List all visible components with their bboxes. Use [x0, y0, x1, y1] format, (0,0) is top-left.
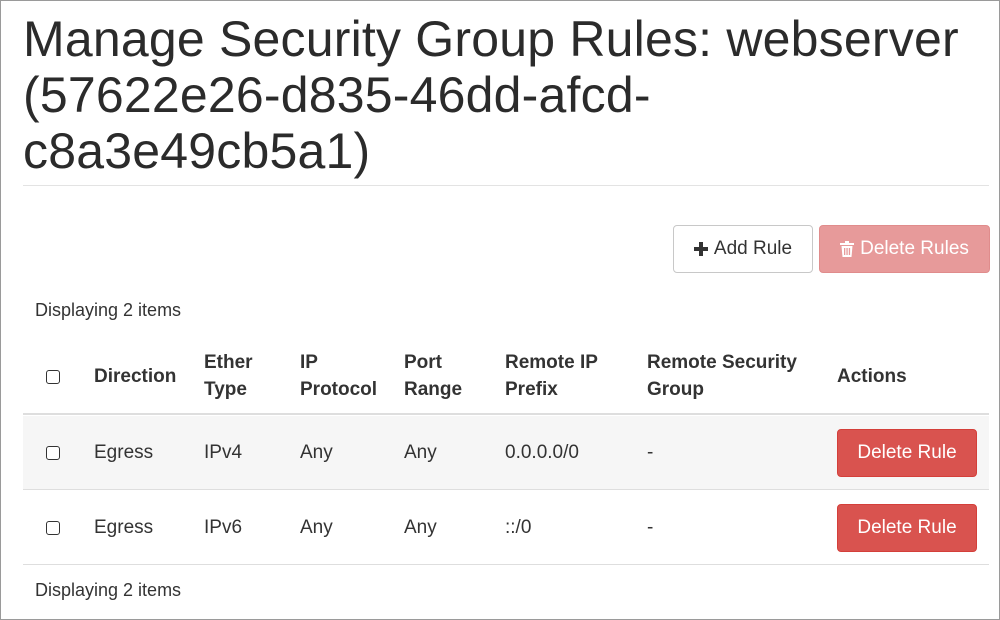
col-remote-ip-prefix[interactable]: Remote IP Prefix	[505, 349, 598, 403]
cell-remote-security-group: -	[647, 442, 654, 463]
cell-port-range: Any	[404, 442, 437, 463]
page-title: Manage Security Group Rules: webserver (…	[23, 11, 959, 179]
table-row: Egress IPv6 Any Any ::/0 - Delete Rule	[23, 491, 989, 565]
cell-remote-ip-prefix: ::/0	[505, 517, 532, 538]
add-rule-button[interactable]: Add Rule	[673, 225, 813, 273]
delete-rules-button[interactable]: Delete Rules	[819, 225, 990, 273]
col-remote-security-group[interactable]: Remote Security Group	[647, 349, 797, 403]
col-remote-security-group-line1: Remote Security	[647, 352, 797, 373]
cell-remote-ip-prefix: 0.0.0.0/0	[505, 442, 579, 463]
col-actions: Actions	[837, 366, 907, 387]
col-remote-ip-prefix-line1: Remote IP	[505, 352, 598, 373]
col-remote-security-group-line2: Group	[647, 379, 704, 400]
item-count-top: Displaying 2 items	[35, 300, 182, 320]
col-port-range[interactable]: Port Range	[404, 349, 462, 403]
title-divider	[23, 185, 989, 186]
col-ether-type[interactable]: Ether Type	[204, 349, 253, 403]
cell-ether-type: IPv4	[204, 442, 243, 463]
col-remote-ip-prefix-line2: Prefix	[505, 379, 558, 400]
col-ether-type-line2: Type	[204, 379, 247, 400]
col-direction[interactable]: Direction	[94, 363, 176, 390]
cell-ip-protocol: Any	[300, 517, 333, 538]
window-frame: Manage Security Group Rules: webserver (…	[0, 0, 1000, 620]
col-ip-protocol-line1: IP	[300, 352, 318, 373]
cell-remote-security-group: -	[647, 517, 654, 538]
delete-rule-button[interactable]: Delete Rule	[837, 504, 977, 552]
select-all-checkbox[interactable]	[46, 370, 60, 384]
cell-direction: Egress	[94, 517, 154, 538]
cell-ether-type: IPv6	[204, 517, 243, 538]
table-header: Direction Ether Type IP Protocol Port Ra…	[23, 341, 989, 415]
row-checkbox[interactable]	[46, 446, 60, 460]
col-ether-type-line1: Ether	[204, 352, 253, 373]
delete-rule-button[interactable]: Delete Rule	[837, 429, 977, 477]
cell-direction: Egress	[94, 442, 154, 463]
col-port-range-line2: Range	[404, 379, 463, 400]
trash-icon	[840, 241, 855, 257]
col-ip-protocol-line2: Protocol	[300, 379, 378, 400]
add-rule-label: Add Rule	[713, 238, 793, 259]
cell-port-range: Any	[404, 517, 437, 538]
table-row: Egress IPv4 Any Any 0.0.0.0/0 - Delete R…	[23, 416, 989, 490]
item-count-bottom: Displaying 2 items	[35, 580, 182, 600]
delete-rules-label: Delete Rules	[860, 238, 969, 259]
col-ip-protocol[interactable]: IP Protocol	[300, 349, 377, 403]
plus-icon	[693, 242, 708, 256]
row-checkbox[interactable]	[46, 521, 60, 535]
col-port-range-line1: Port	[404, 352, 442, 373]
cell-ip-protocol: Any	[300, 442, 333, 463]
